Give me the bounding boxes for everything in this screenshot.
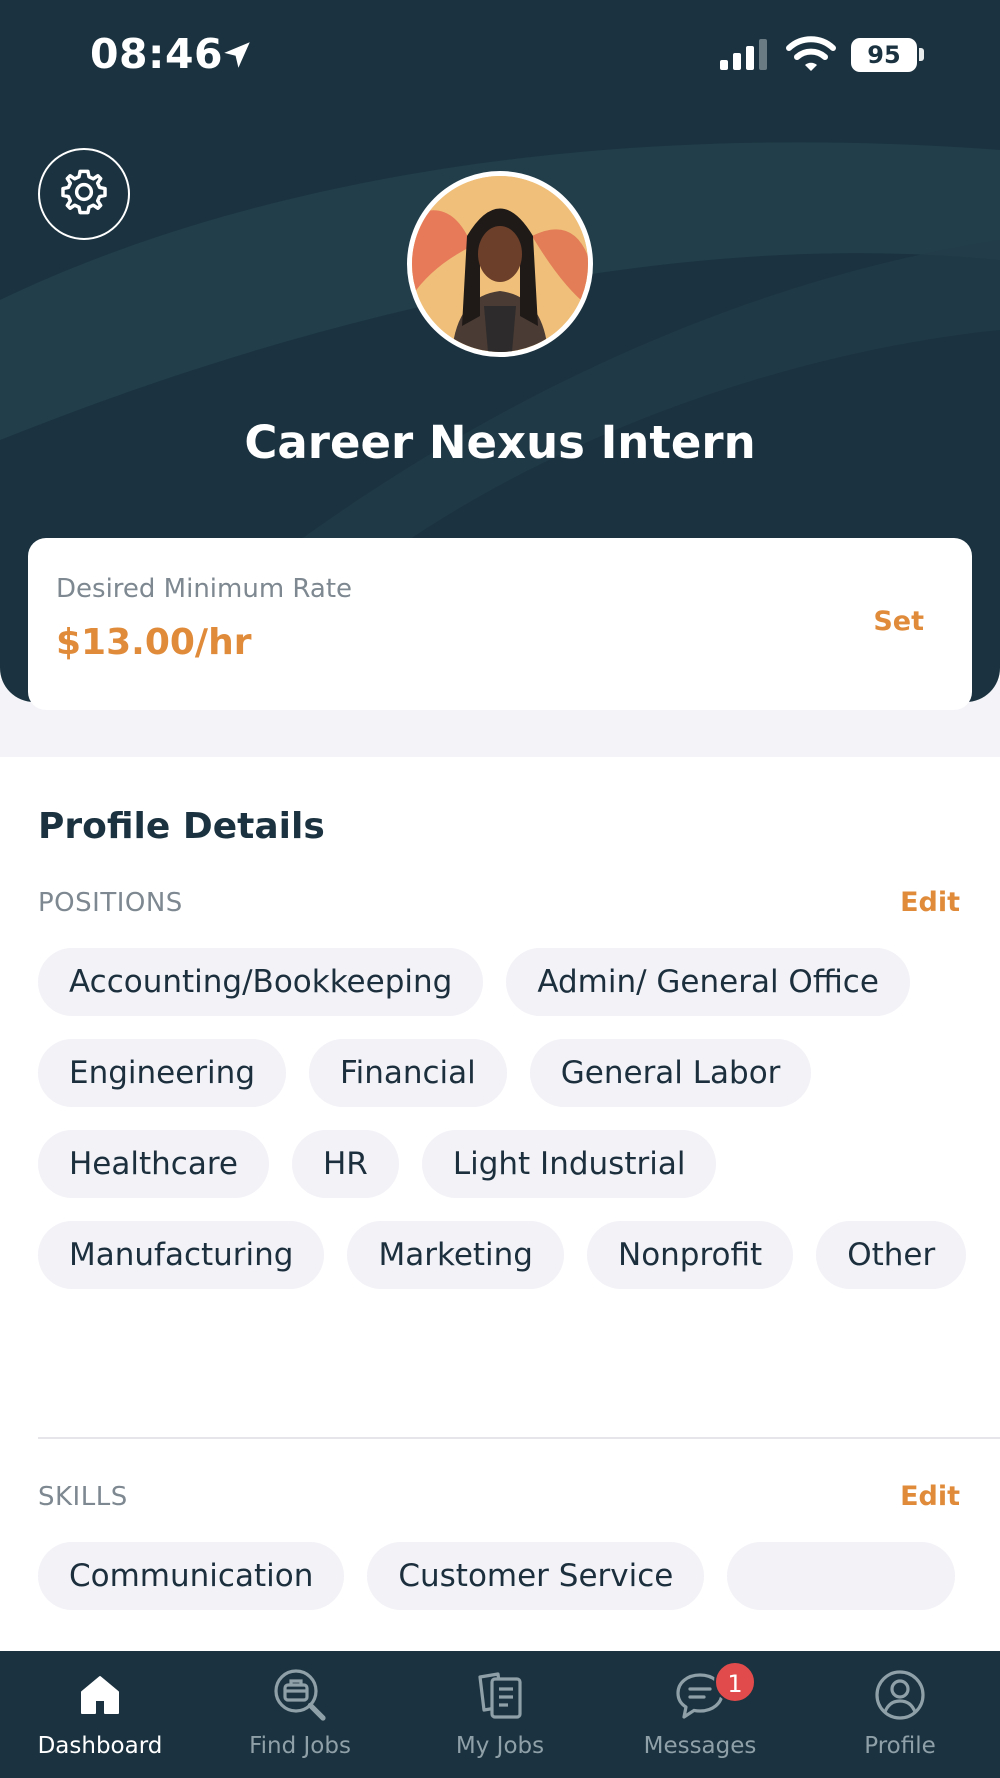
user-icon [870, 1665, 930, 1725]
tab-label: My Jobs [455, 1733, 545, 1759]
position-chip[interactable]: General Labor [529, 1039, 812, 1107]
position-chip[interactable]: Other [816, 1221, 967, 1289]
section-title: Profile Details [38, 806, 325, 847]
tab-messages[interactable]: 1 Messages [600, 1651, 800, 1778]
set-rate-button[interactable]: Set [873, 606, 924, 637]
position-chip[interactable]: Healthcare [38, 1130, 269, 1198]
tab-find-jobs[interactable]: Find Jobs [200, 1651, 400, 1778]
skill-chip[interactable] [727, 1542, 956, 1610]
tab-label: Profile [864, 1733, 936, 1759]
wifi-icon [786, 36, 836, 78]
skill-chip[interactable]: Customer Service [367, 1542, 705, 1610]
settings-button[interactable] [38, 148, 130, 240]
tab-label: Find Jobs [249, 1733, 351, 1759]
positions-chips: Accounting/Bookkeeping Admin/ General Of… [38, 948, 968, 1289]
position-chip[interactable]: Accounting/Bookkeeping [38, 948, 484, 1016]
tab-my-jobs[interactable]: My Jobs [400, 1651, 600, 1778]
tab-label: Dashboard [37, 1733, 163, 1759]
tab-dashboard[interactable]: Dashboard [0, 1651, 200, 1778]
bottom-tab-bar: Dashboard Find Jobs My Jobs 1 Messages P… [0, 1651, 1000, 1778]
skill-chip[interactable]: Communication [38, 1542, 345, 1610]
rate-value: $13.00/hr [56, 622, 252, 663]
edit-positions-button[interactable]: Edit [900, 887, 960, 918]
edit-skills-button[interactable]: Edit [900, 1481, 960, 1512]
battery-level: 95 [851, 38, 917, 72]
rate-label: Desired Minimum Rate [56, 574, 353, 604]
tab-profile[interactable]: Profile [800, 1651, 1000, 1778]
briefcase-search-icon [270, 1665, 330, 1725]
status-time: 08:46 [90, 30, 224, 78]
section-divider [38, 1437, 1000, 1439]
home-icon [70, 1665, 130, 1725]
position-chip[interactable]: HR [291, 1130, 399, 1198]
messages-badge: 1 [714, 1661, 756, 1703]
skills-chips: Communication Customer Service [38, 1542, 968, 1610]
position-chip[interactable]: Marketing [347, 1221, 564, 1289]
battery-tip [919, 48, 924, 61]
avatar-photo [412, 176, 588, 352]
position-chip[interactable]: Manufacturing [38, 1221, 325, 1289]
gear-icon [58, 166, 110, 222]
rate-card: Desired Minimum Rate $13.00/hr Set [28, 538, 972, 710]
skills-label: SKILLS [38, 1482, 128, 1512]
position-chip[interactable]: Light Industrial [421, 1130, 717, 1198]
avatar[interactable] [407, 171, 593, 357]
position-chip[interactable]: Nonprofit [587, 1221, 794, 1289]
documents-icon [470, 1665, 530, 1725]
location-arrow-icon [220, 38, 254, 76]
profile-name: Career Nexus Intern [244, 416, 756, 469]
position-chip[interactable]: Admin/ General Office [506, 948, 910, 1016]
cellular-signal-icon [718, 38, 772, 76]
status-bar: 08:46 95 [0, 0, 1000, 110]
position-chip[interactable]: Engineering [38, 1039, 286, 1107]
position-chip[interactable]: Financial [309, 1039, 507, 1107]
tab-label: Messages [643, 1733, 757, 1759]
positions-label: POSITIONS [38, 888, 183, 918]
